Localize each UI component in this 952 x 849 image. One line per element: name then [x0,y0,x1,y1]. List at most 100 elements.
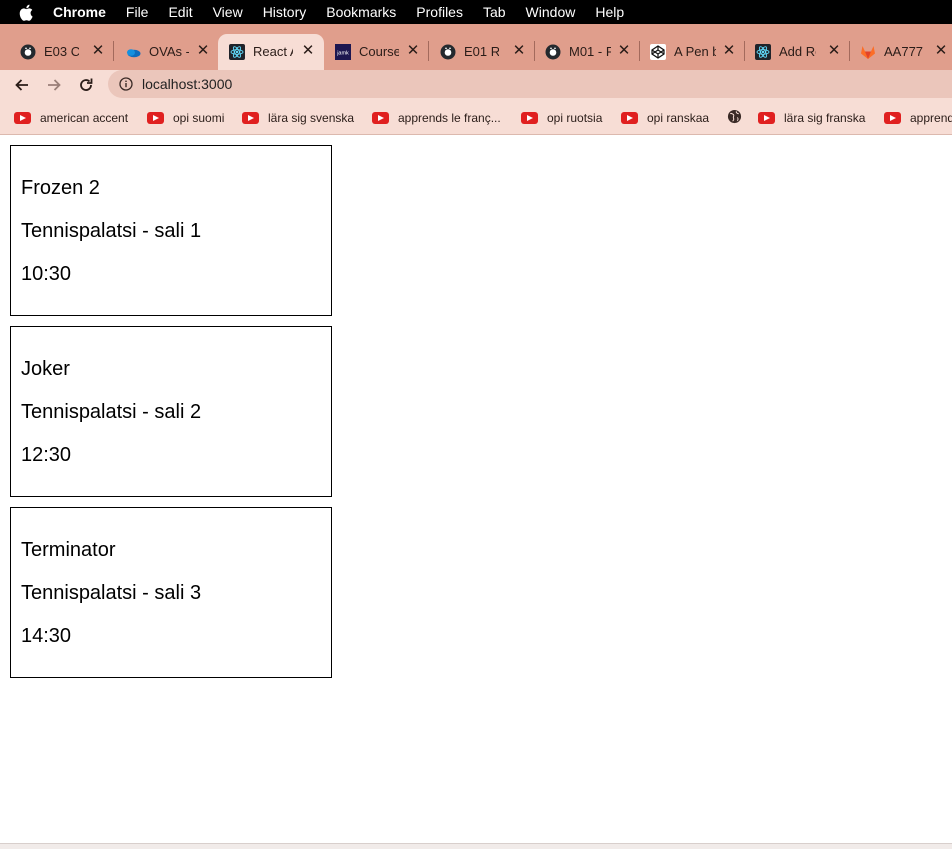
svg-text:jamk: jamk [336,51,349,57]
tab-e03[interactable]: E03 Ca ✕ [20,34,105,70]
movie-card: Joker Tennispalatsi - sali 2 12:30 [10,326,332,497]
youtube-icon [884,112,901,124]
bookmark-opi-ranskaa[interactable]: opi ranskaa [621,109,709,127]
react-icon [755,44,771,60]
bookmark-label: opi suomi [173,111,225,125]
tab-separator [428,41,429,61]
movie-card: Frozen 2 Tennispalatsi - sali 1 10:30 [10,145,332,316]
close-icon[interactable]: ✕ [301,43,315,59]
bookmark-opi-ruotsia[interactable]: opi ruotsia [521,109,602,127]
browser-tab-strip: E03 Ca ✕ OVAs - ✕ React A ✕ jamk Course … [0,24,952,70]
menu-window[interactable]: Window [526,4,576,20]
tab-separator [639,41,640,61]
browser-toolbar: localhost:3000 [0,70,952,100]
movie-title: Terminator [21,539,116,561]
movie-title: Frozen 2 [21,177,100,199]
menu-edit[interactable]: Edit [168,4,192,20]
close-icon[interactable]: ✕ [512,43,526,59]
bookmark-label: lära sig svenska [268,111,355,125]
close-icon[interactable]: ✕ [827,43,841,59]
tab-add-react[interactable]: Add Re ✕ [755,34,841,70]
bookmark-lara-sig-franska[interactable]: lära sig franska [758,109,865,127]
page-content: Frozen 2 Tennispalatsi - sali 1 10:30 Jo… [0,135,952,843]
youtube-icon [242,112,259,124]
close-icon[interactable]: ✕ [934,43,948,59]
menu-tab[interactable]: Tab [483,4,506,20]
window-bottom-edge [0,843,952,849]
url-text[interactable]: localhost:3000 [142,76,232,92]
tab-title: M01 - F [569,44,611,59]
github-icon [545,44,561,60]
menu-app-chrome[interactable]: Chrome [53,4,106,20]
youtube-icon [521,112,538,124]
youtube-icon [372,112,389,124]
tab-separator [744,41,745,61]
tab-title: Add Re [779,44,816,59]
tab-separator [113,41,114,61]
back-arrow-icon[interactable] [10,73,34,97]
info-icon[interactable] [119,77,133,91]
bookmarks-bar: american accent opi suomi lära sig svens… [0,100,952,135]
movie-title: Joker [21,358,70,380]
movie-card: Terminator Tennispalatsi - sali 3 14:30 [10,507,332,678]
bookmark-opi-suomi[interactable]: opi suomi [147,109,224,127]
bookmark-label: opi ranskaa [647,111,710,125]
apple-menu-icon[interactable] [18,3,34,21]
tab-react-app[interactable]: React A ✕ [218,34,324,70]
bookmark-apprend[interactable]: apprend [884,109,952,127]
movie-time: 12:30 [21,444,72,466]
youtube-icon [621,112,638,124]
menu-bookmarks[interactable]: Bookmarks [326,4,396,20]
tab-codepen[interactable]: A Pen b ✕ [650,34,736,70]
movie-theater: Tennispalatsi - sali 3 [21,582,202,604]
bookmark-label: lära sig franska [784,111,866,125]
tab-title: Course [359,44,399,59]
tab-course[interactable]: jamk Course ✕ [335,34,420,70]
tab-separator [534,41,535,61]
jamk-icon: jamk [335,44,351,60]
bookmark-apprends-le-francais[interactable]: apprends le franç... [372,109,501,127]
onedrive-icon [125,44,141,60]
menu-history[interactable]: History [263,4,307,20]
tab-ovas[interactable]: OVAs - ✕ [125,34,213,70]
menu-file[interactable]: File [126,4,149,20]
tab-gitlab[interactable]: AA777 ✕ [860,34,952,70]
tab-title: AA777 [884,44,924,59]
github-icon [440,44,456,60]
bookmark-label: american accent [40,111,129,125]
movie-theater: Tennispalatsi - sali 2 [21,401,202,423]
tab-e01[interactable]: E01 Re ✕ [440,34,526,70]
bookmark-globe[interactable] [727,109,742,127]
menu-profiles[interactable]: Profiles [416,4,463,20]
bookmark-label: opi ruotsia [547,111,603,125]
menu-help[interactable]: Help [595,4,624,20]
youtube-icon [147,112,164,124]
bookmark-american-accent[interactable]: american accent [14,109,128,127]
address-bar[interactable]: localhost:3000 [108,70,952,98]
forward-arrow-icon[interactable] [42,73,66,97]
react-icon [229,44,245,60]
gitlab-icon [860,44,876,60]
codepen-icon [650,44,666,60]
menu-view[interactable]: View [213,4,243,20]
tab-m01[interactable]: M01 - F ✕ [545,34,631,70]
close-icon[interactable]: ✕ [91,43,105,59]
movie-time: 10:30 [21,263,72,285]
movie-theater: Tennispalatsi - sali 1 [21,220,202,242]
close-icon[interactable]: ✕ [722,43,736,59]
bookmark-label: apprend [910,111,952,125]
globe-icon [727,109,742,127]
bookmark-label: apprends le franç... [398,111,501,125]
tab-title: React A [253,44,293,59]
close-icon[interactable]: ✕ [406,43,420,59]
bookmark-lara-sig-svenska[interactable]: lära sig svenska [242,109,354,127]
tab-title: OVAs - [149,44,189,59]
reload-icon[interactable] [74,73,98,97]
tab-title: E01 Re [464,44,499,59]
close-icon[interactable]: ✕ [196,43,210,59]
youtube-icon [14,112,31,124]
github-icon [20,44,36,60]
movie-time: 14:30 [21,625,72,647]
tab-title: E03 Ca [44,44,79,59]
close-icon[interactable]: ✕ [617,43,631,59]
